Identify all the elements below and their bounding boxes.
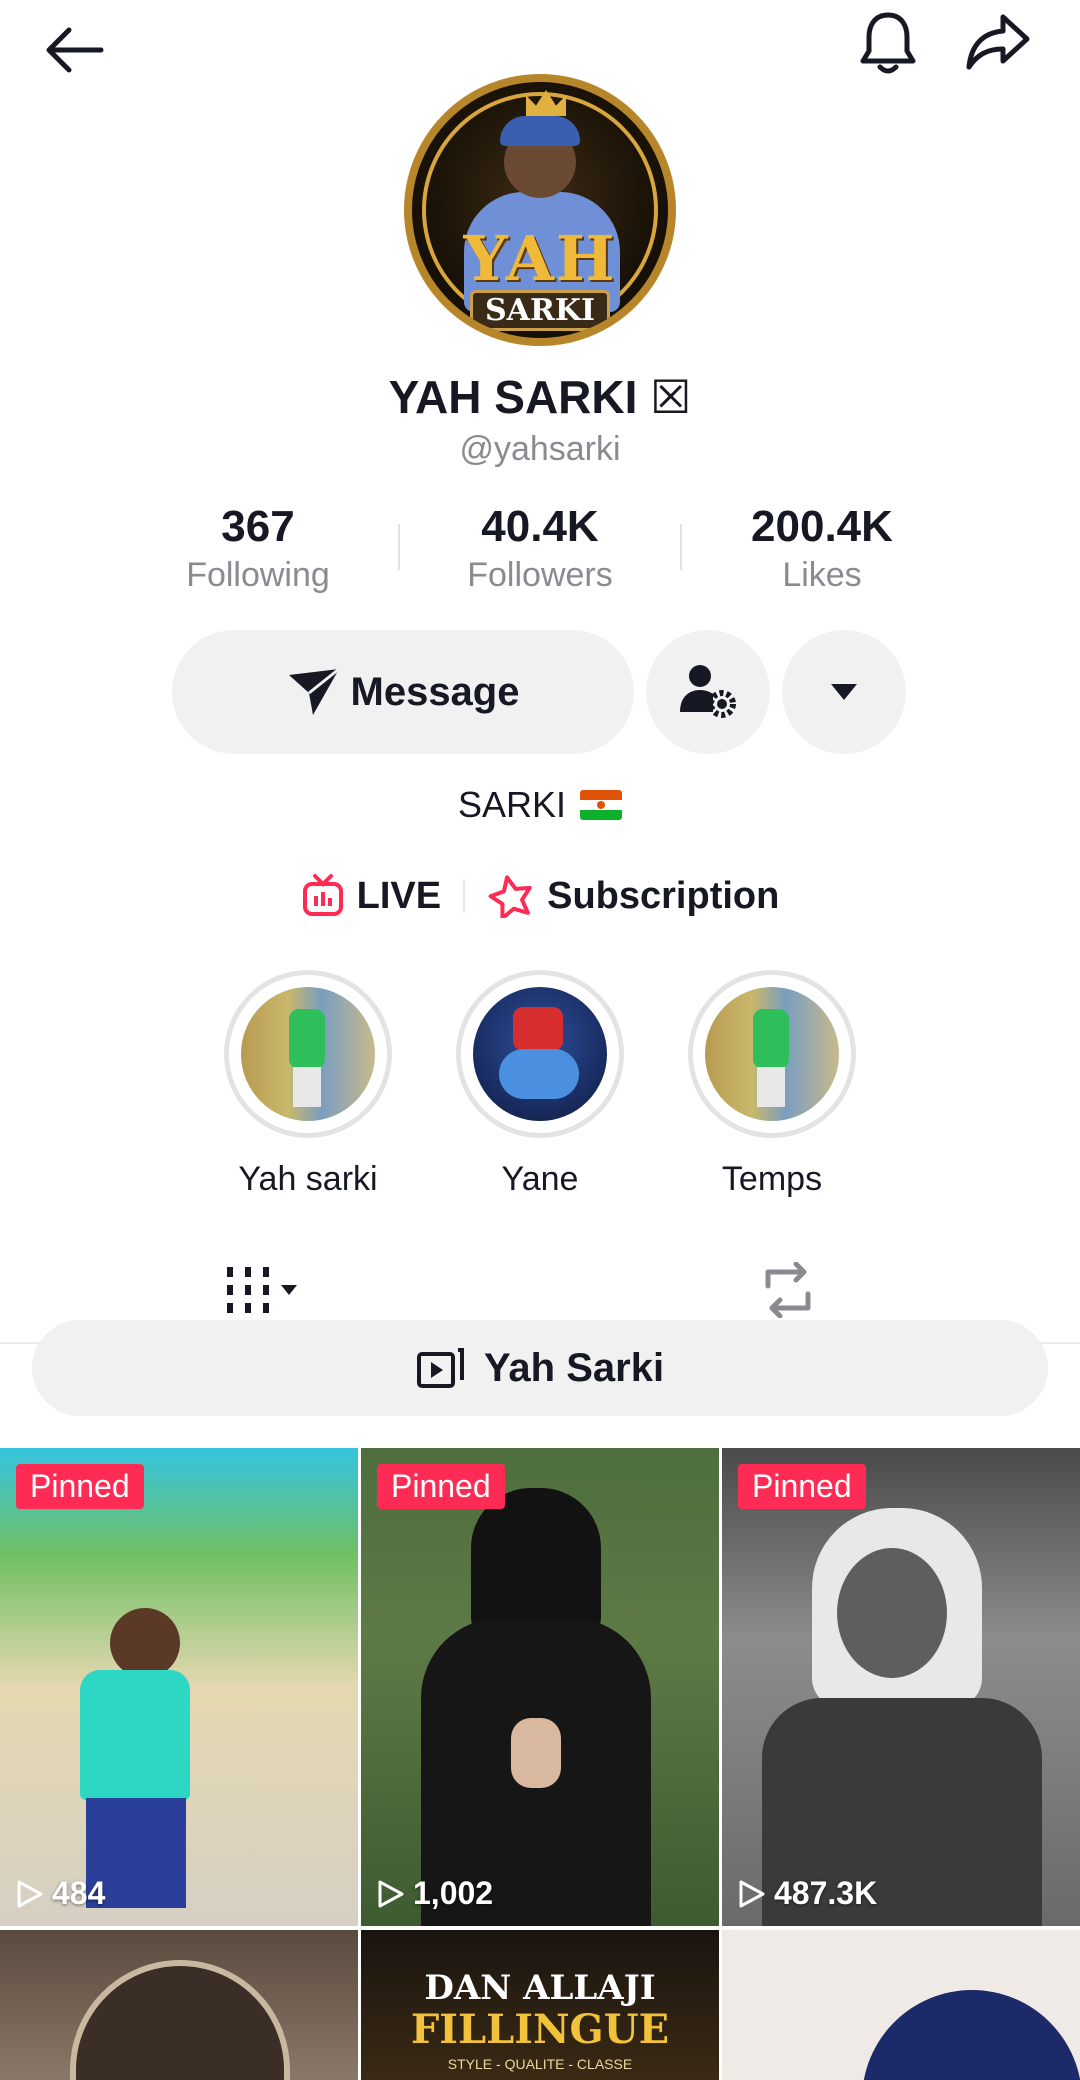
play-icon [739,1880,765,1907]
highlight-thumbnail [241,987,375,1121]
notification-button[interactable] [850,4,926,80]
back-button[interactable] [36,12,112,88]
video-tile[interactable]: Pinned 1,002 [361,1448,719,1926]
bell-icon [860,12,916,74]
subscription-link[interactable]: Subscription [487,874,779,918]
live-link[interactable]: LIVE [301,874,441,918]
live-label: LIVE [356,874,442,917]
stat-value: 367 [221,502,295,551]
link-divider [463,879,466,913]
pinned-badge: Pinned [377,1464,505,1509]
message-button-label: Message [350,669,520,714]
thumbnail-text: DAN ALLAJI [424,1968,656,2008]
highlight-thumbnail [473,987,607,1121]
arrow-left-icon [46,27,104,73]
pinned-badge: Pinned [16,1464,144,1509]
playlist-icon [416,1348,464,1388]
stat-divider [680,524,682,570]
share-button[interactable] [960,4,1036,80]
highlight-ring [224,970,392,1138]
profile-display-name: YAH SARKI ☒ [388,371,692,423]
highlight-label: Yane [501,1160,579,1198]
stat-label: Following [186,556,330,594]
star-badge-icon [488,875,532,918]
profile-stats: 367 Following 40.4K Followers 200.4K Lik… [0,502,1080,602]
playlist-bar[interactable]: Yah Sarki [32,1320,1048,1416]
highlight-item[interactable]: Temps [672,970,872,1199]
share-arrow-icon [966,14,1030,70]
bio-text: SARKI [457,784,567,825]
highlight-item[interactable]: Yah sarki [208,970,408,1199]
play-icon [17,1880,43,1907]
highlight-ring [688,970,856,1138]
live-tv-icon [302,874,343,916]
view-count: 1,002 [377,1875,493,1912]
highlight-ring [456,970,624,1138]
highlight-item[interactable]: Yane [440,970,640,1199]
stat-likes[interactable]: 200.4K Likes [702,502,942,595]
profile-links: LIVE Subscription [0,868,1080,924]
stat-label: Followers [467,556,613,594]
story-highlights: Yah sarki Yane Temps [0,970,1080,1210]
video-tile[interactable]: Pinned 484 [0,1448,358,1926]
user-gear-icon [680,665,736,718]
stat-following[interactable]: 367 Following [138,502,378,595]
stat-label: Likes [782,556,862,594]
niger-flag-icon [580,790,623,820]
stat-value: 200.4K [751,502,893,551]
profile-settings-button[interactable] [646,630,770,754]
pinned-badge: Pinned [738,1464,866,1509]
profile-avatar[interactable]: YAH SARKI [404,74,676,346]
stat-divider [398,524,400,570]
profile-bio: SARKI [0,784,1080,826]
profile-handle: @yahsarki [459,430,621,468]
avatar-brand-subtext: SARKI [470,290,610,331]
view-count-text: 1,002 [413,1875,494,1911]
playlist-label: Yah Sarki [483,1345,665,1390]
highlight-label: Yah sarki [238,1160,378,1198]
thumbnail-text: FILLINGUE [410,2006,670,2053]
caret-down-icon [831,684,857,700]
profile-actions: Message [0,630,1080,754]
video-tile[interactable] [722,1930,1080,2080]
view-count-text: 487.3K [774,1875,878,1911]
video-grid: Pinned 484 Pinned 1,002 Pinned 487.3K DA… [0,1448,1080,2080]
view-count-text: 484 [52,1875,106,1911]
play-icon [378,1880,404,1907]
avatar-cap [500,116,580,146]
video-tile[interactable]: Pinned 487.3K [722,1448,1080,1926]
message-button[interactable]: Message [172,630,634,754]
avatar-brand-text: YAH [463,222,617,295]
thumbnail-text: STYLE - QUALITE - CLASSE [447,2056,633,2072]
video-tile[interactable] [0,1930,358,2080]
highlight-thumbnail [705,987,839,1121]
send-icon [288,667,340,715]
highlight-label: Temps [721,1160,823,1198]
view-count: 487.3K [738,1875,877,1912]
more-options-button[interactable] [782,630,906,754]
view-count: 484 [16,1875,105,1912]
stat-value: 40.4K [481,502,599,551]
subscription-label: Subscription [547,874,780,917]
video-grid-icon [227,1267,297,1313]
video-tile[interactable]: DAN ALLAJI FILLINGUE STYLE - QUALITE - C… [361,1930,719,2080]
repost-icon [765,1262,811,1318]
stat-followers[interactable]: 40.4K Followers [420,502,660,595]
